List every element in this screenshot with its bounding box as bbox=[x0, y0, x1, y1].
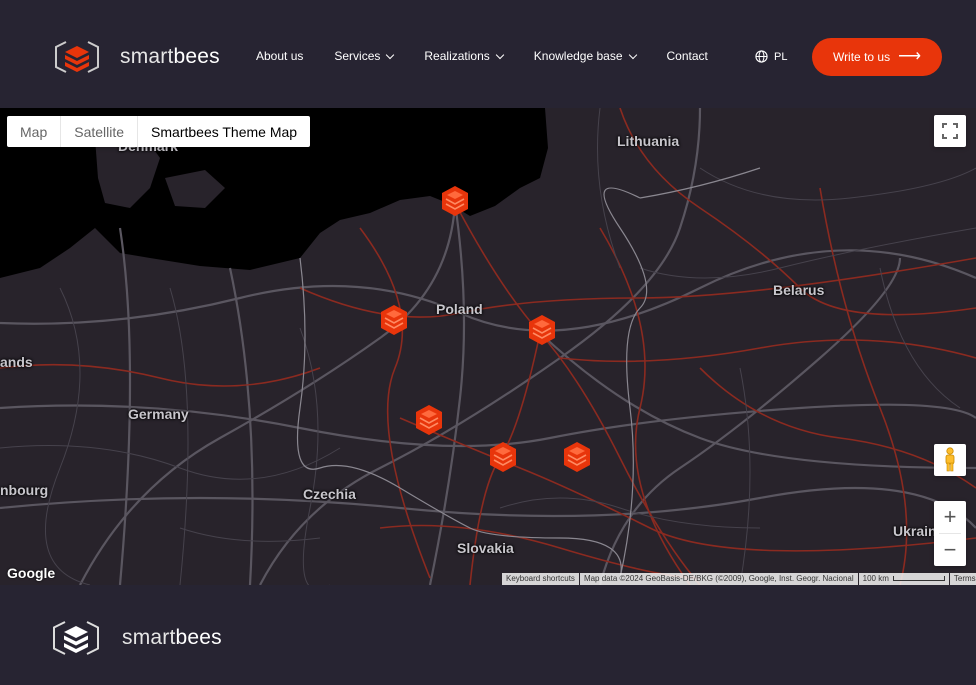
nav-knowledge-base[interactable]: Knowledge base bbox=[533, 49, 637, 63]
map-type-map[interactable]: Map bbox=[7, 116, 62, 147]
label-czechia: Czechia bbox=[303, 486, 356, 502]
header: smartbees About us Services Realizations… bbox=[0, 0, 976, 108]
brand-bold: bees bbox=[173, 45, 220, 68]
cube-logo-icon bbox=[53, 621, 99, 655]
label-luxembourg: nbourg bbox=[0, 482, 49, 498]
label-germany: Germany bbox=[128, 406, 189, 422]
cube-marker-icon bbox=[490, 442, 516, 472]
brand-name: smartbees bbox=[120, 45, 220, 69]
cube-marker-icon bbox=[381, 305, 407, 335]
scale-bar[interactable]: 100 km bbox=[858, 573, 949, 585]
language-label: PL bbox=[774, 50, 788, 63]
label-lithuania: Lithuania bbox=[617, 133, 680, 149]
cube-marker-icon bbox=[442, 186, 468, 216]
zoom-control: + − bbox=[934, 501, 966, 566]
nav-label: About us bbox=[256, 49, 304, 63]
map-attribution: Keyboard shortcuts Map data ©2024 GeoBas… bbox=[501, 573, 976, 585]
street-view-button[interactable] bbox=[934, 444, 966, 476]
nav-label: Realizations bbox=[424, 49, 490, 63]
chevron-down-icon bbox=[386, 50, 395, 59]
terms-link[interactable]: Terms bbox=[949, 573, 976, 585]
logo[interactable]: smartbees bbox=[52, 38, 220, 76]
label-netherlands: ands bbox=[0, 354, 33, 370]
nav-label: Knowledge base bbox=[533, 49, 623, 63]
map-canvas bbox=[0, 108, 976, 585]
nav-label: Services bbox=[334, 49, 381, 63]
scale-line bbox=[892, 576, 945, 581]
nav-realizations[interactable]: Realizations bbox=[424, 49, 505, 63]
fullscreen-button[interactable] bbox=[934, 115, 966, 147]
fullscreen-icon bbox=[942, 123, 958, 139]
scale-label: 100 km bbox=[862, 574, 889, 583]
map-type-satellite[interactable]: Satellite bbox=[61, 116, 139, 147]
google-logo[interactable]: Google bbox=[7, 565, 55, 581]
label-belarus: Belarus bbox=[773, 282, 825, 298]
cube-logo-icon bbox=[55, 41, 99, 73]
map-type-control: Map Satellite Smartbees Theme Map bbox=[7, 116, 311, 147]
zoom-out-button[interactable]: − bbox=[934, 534, 966, 566]
globe-icon bbox=[755, 50, 768, 63]
map-data-text: Map data ©2024 GeoBasis-DE/BKG (©2009), … bbox=[579, 573, 858, 585]
chevron-down-icon bbox=[495, 50, 505, 59]
location-marker[interactable] bbox=[441, 185, 469, 217]
location-marker[interactable] bbox=[415, 404, 443, 436]
label-poland: Poland bbox=[436, 301, 483, 317]
write-to-us-button[interactable]: Write to us ⟶ bbox=[812, 38, 942, 76]
brand-bold: bees bbox=[175, 626, 222, 649]
keyboard-shortcuts-link[interactable]: Keyboard shortcuts bbox=[502, 573, 579, 585]
brand-light: smart bbox=[120, 45, 174, 68]
location-marker[interactable] bbox=[563, 441, 591, 473]
label-slovakia: Slovakia bbox=[457, 540, 514, 556]
nav-contact[interactable]: Contact bbox=[667, 49, 708, 63]
label-ukraine: Ukrain bbox=[893, 523, 937, 539]
map[interactable]: Lithuania Denmark Poland Belarus Germany… bbox=[0, 108, 976, 585]
footer-brand-name: smartbees bbox=[122, 626, 222, 650]
pegman-icon bbox=[945, 447, 955, 472]
language-switch[interactable]: PL bbox=[755, 50, 787, 63]
arrow-right-icon: ⟶ bbox=[898, 48, 922, 65]
cube-marker-icon bbox=[564, 442, 590, 472]
chevron-down-icon bbox=[628, 50, 637, 59]
nav-label: Contact bbox=[666, 49, 708, 63]
location-marker[interactable] bbox=[528, 314, 556, 346]
page: smartbees About us Services Realizations… bbox=[0, 0, 976, 685]
footer: smartbees bbox=[0, 585, 976, 685]
main-nav: About us Services Realizations Knowledge… bbox=[256, 49, 708, 63]
location-marker[interactable] bbox=[489, 441, 517, 473]
nav-services[interactable]: Services bbox=[334, 49, 395, 63]
nav-about-us[interactable]: About us bbox=[256, 49, 303, 63]
map-type-theme[interactable]: Smartbees Theme Map bbox=[138, 116, 310, 147]
location-marker[interactable] bbox=[380, 304, 408, 336]
zoom-in-button[interactable]: + bbox=[934, 501, 966, 533]
cube-marker-icon bbox=[529, 315, 555, 345]
brand-light: smart bbox=[122, 626, 176, 649]
cta-label: Write to us bbox=[832, 50, 891, 64]
cube-marker-icon bbox=[416, 405, 442, 435]
footer-logo[interactable]: smartbees bbox=[50, 618, 222, 658]
